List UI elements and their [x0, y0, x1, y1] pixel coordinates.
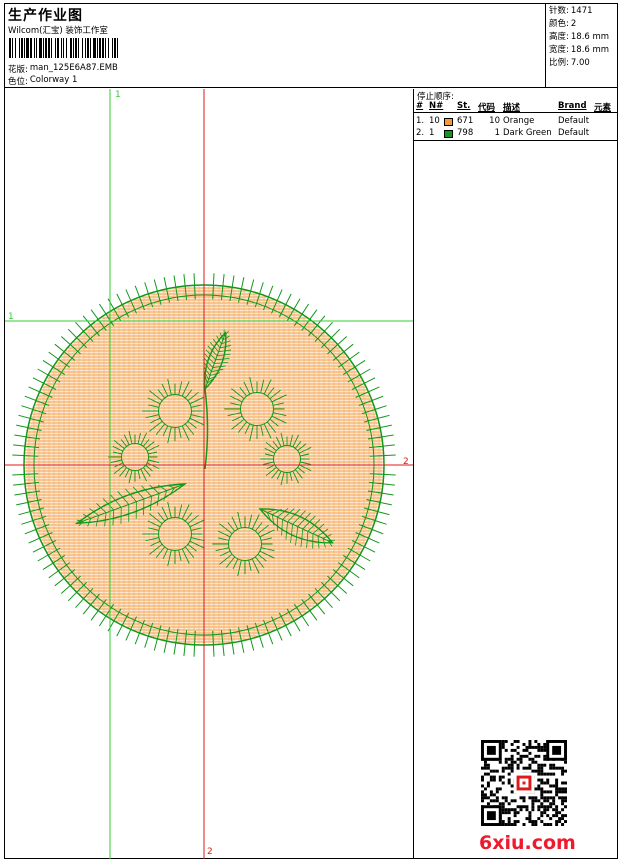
spec-value: 7.00: [570, 58, 590, 68]
design-preview: 1 1 2 2: [5, 89, 414, 859]
col-element: 元素: [594, 103, 612, 113]
col-num: #: [416, 101, 424, 111]
embroidery-design: [5, 89, 413, 859]
row-desc: Dark Green: [503, 128, 552, 138]
red-vertical-label: 2: [207, 847, 213, 857]
spec-height: 高度: 18.6 mm: [549, 31, 614, 44]
col-code: 代码: [478, 103, 496, 113]
row-desc: Orange: [503, 116, 535, 126]
stop-sequence-table: 停止顺序: # N# St. 代码 描述 Brand 元素 1. 10 671 …: [414, 89, 617, 141]
row-stitches: 671: [457, 116, 474, 126]
row-num: 2.: [416, 128, 425, 138]
spec-value: 18.6 mm: [570, 32, 610, 42]
row-brand: Default: [558, 116, 590, 126]
row-brand: Default: [558, 128, 590, 138]
col-stitches: St.: [457, 101, 471, 111]
color-swatch: [444, 130, 453, 138]
spec-label: 针数:: [549, 6, 569, 16]
design-label: 花版:: [8, 65, 28, 75]
row-stitches: 798: [457, 128, 474, 138]
row-num: 1.: [416, 116, 425, 126]
spec-label: 宽度:: [549, 45, 569, 55]
spec-label: 高度:: [549, 32, 569, 42]
studio-name: Wilcom(汇宝) 装饰工作室: [8, 26, 108, 36]
spec-value: 2: [570, 19, 577, 29]
design-value: man_125E6A87.EMB: [29, 63, 118, 73]
table-row: 2. 1 798 1 Dark Green Default: [414, 128, 617, 140]
spec-colors: 颜色: 2: [549, 18, 614, 31]
header-left: 生产作业图 Wilcom(汇宝) 装饰工作室 花版: man_125E6A87.…: [5, 4, 545, 88]
page-title: 生产作业图: [8, 8, 83, 24]
color-swatch: [444, 118, 453, 126]
orange-fill-stitches: [24, 285, 384, 645]
spec-label: 比例:: [549, 58, 569, 68]
spec-width: 宽度: 18.6 mm: [549, 44, 614, 57]
row-needle: 1: [429, 128, 435, 138]
spec-value: 18.6 mm: [570, 45, 610, 55]
barcode-icon: [9, 38, 193, 58]
production-sheet: 生产作业图 Wilcom(汇宝) 装饰工作室 花版: man_125E6A87.…: [4, 3, 618, 859]
qr-code-icon: [481, 740, 567, 826]
table-row: 1. 10 671 10 Orange Default: [414, 116, 617, 128]
colorway-row: 色位: Colorway 1: [8, 75, 77, 87]
red-horizontal-label: 2: [403, 457, 409, 467]
spec-label: 颜色:: [549, 19, 569, 29]
green-vertical-label: 1: [115, 90, 121, 100]
row-code: 1: [494, 128, 500, 138]
colorway-value: Colorway 1: [29, 75, 78, 85]
col-needle: N#: [429, 101, 444, 111]
row-needle: 10: [429, 116, 440, 126]
watermark-logo: 6xiu.com: [479, 832, 576, 854]
spec-stitches: 针数: 1471: [549, 5, 614, 18]
col-desc: 描述: [503, 103, 521, 113]
spec-value: 1471: [570, 6, 593, 16]
green-horizontal-label: 1: [8, 312, 14, 322]
stop-sequence-header: # N# St. 代码 描述 Brand 元素: [414, 101, 617, 113]
row-code: 10: [489, 116, 500, 126]
col-brand: Brand: [558, 101, 587, 111]
colorway-label: 色位:: [8, 77, 28, 87]
design-row: 花版: man_125E6A87.EMB: [8, 63, 118, 75]
header: 生产作业图 Wilcom(汇宝) 装饰工作室 花版: man_125E6A87.…: [5, 4, 617, 88]
specs-panel: 针数: 1471 颜色: 2 高度: 18.6 mm 宽度: 18.6 mm 比例: 7.…: [545, 4, 617, 88]
spec-scale: 比例: 7.00: [549, 57, 614, 70]
